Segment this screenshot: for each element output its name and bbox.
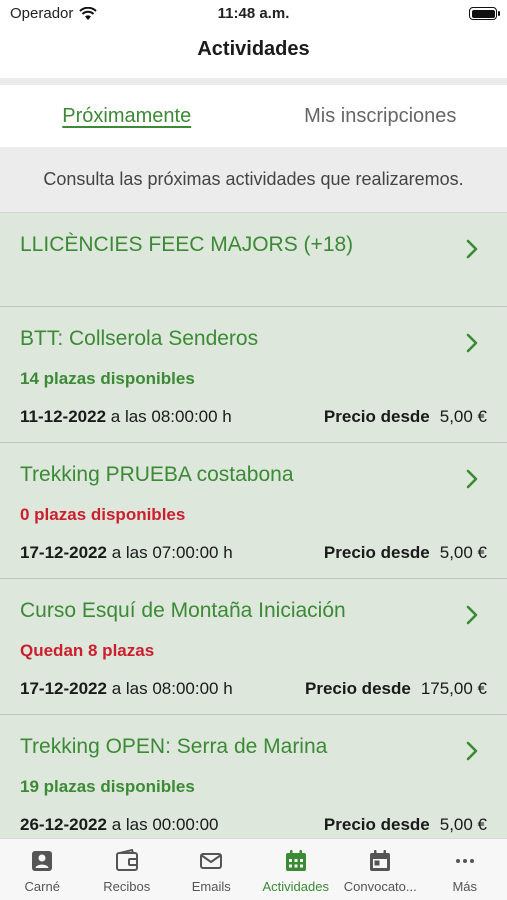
chevron-right-icon [465,469,479,489]
chevron-right-icon [465,605,479,625]
activity-schedule: 11-12-2022 a las 08:00:00 h [20,407,232,427]
tab-label: Convocato... [343,879,417,894]
activity-date: 11-12-2022 [20,407,107,426]
availability-label: 0 plazas disponibles [20,505,186,524]
activity-title: LLICÈNCIES FEEC MAJORS (+18) [20,233,354,256]
availability-label: Quedan 8 plazas [20,641,155,660]
activity-time: a las 08:00:00 h [110,407,232,426]
chevron-right-icon [465,239,479,259]
activity-card[interactable]: BTT: Collserola Senderos 14 plazas dispo… [0,307,507,443]
price-label: Precio desde [323,407,430,426]
activity-card[interactable]: Trekking PRUEBA costabona 0 plazas dispo… [0,443,507,579]
activity-card[interactable]: Curso Esquí de Montaña Iniciación Quedan… [0,579,507,715]
activity-schedule: 17-12-2022 a las 08:00:00 h [20,679,233,699]
status-bar: Operador 11:48 a.m. [0,0,507,28]
bottom-tab-bar: Carné Recibos Emails Actividades Convoca… [0,838,507,900]
activity-price: Precio desde 175,00 € [305,679,487,699]
chevron-right-icon [465,333,479,353]
activity-time: a las 08:00:00 h [111,679,233,698]
price-label: Precio desde [323,543,430,562]
id-card-icon [32,851,53,871]
tab-convocatorias[interactable]: Convocato... [338,839,423,900]
activity-price: Precio desde 5,00 € [324,543,487,563]
activity-price: Precio desde 5,00 € [324,407,487,427]
activity-time: a las 00:00:00 [111,815,219,834]
activity-card[interactable]: Trekking OPEN: Serra de Marina 19 plazas… [0,715,507,838]
tab-carne[interactable]: Carné [0,839,85,900]
price-label: Precio desde [304,679,411,698]
activity-schedule: 17-12-2022 a las 07:00:00 h [20,543,233,563]
price-value: 5,00 € [439,543,487,562]
tab-actividades[interactable]: Actividades [254,839,339,900]
info-message: Consulta las próximas actividades que re… [0,147,507,213]
tab-label: Más [452,879,478,894]
activity-date: 26-12-2022 [20,815,107,834]
activity-meta: 11-12-2022 a las 08:00:00 h Precio desde… [20,407,487,427]
activity-title: Curso Esquí de Montaña Iniciación [20,599,346,622]
calendar-icon [370,850,391,871]
price-label: Precio desde [323,815,430,834]
activity-meta: 26-12-2022 a las 00:00:00 Precio desde 5,… [20,815,487,835]
tab-label: Recibos [103,879,151,894]
activity-title: Trekking PRUEBA costabona [20,463,294,486]
activity-date: 17-12-2022 [20,679,107,698]
more-icon [455,859,474,863]
tab-emails[interactable]: Emails [169,839,254,900]
activity-title: Trekking OPEN: Serra de Marina [20,735,328,758]
mail-icon [200,853,223,869]
activity-time: a las 07:00:00 h [111,543,233,562]
activity-meta: 17-12-2022 a las 08:00:00 h Precio desde… [20,679,487,699]
segment-tabs: Próximamente Mis inscripciones [0,85,507,147]
tab-label: Carné [24,879,60,894]
chevron-right-icon [465,741,479,761]
calendar-grid-icon [285,850,306,871]
tab-mis-inscripciones[interactable]: Mis inscripciones [254,85,507,147]
availability-label: 19 plazas disponibles [20,777,195,796]
price-value: 5,00 € [439,407,487,426]
wallet-icon [115,849,138,871]
price-value: 175,00 € [420,679,487,698]
activity-title: BTT: Collserola Senderos [20,327,259,350]
tab-recibos[interactable]: Recibos [85,839,170,900]
activity-meta: 17-12-2022 a las 07:00:00 h Precio desde… [20,543,487,563]
page-title: Actividades [197,38,310,60]
tab-mas[interactable]: Más [423,839,507,900]
activity-list[interactable]: LLICÈNCIES FEEC MAJORS (+18) BTT: Collse… [0,213,507,838]
status-time: 11:48 a.m. [217,5,290,22]
nav-divider [0,78,507,85]
price-value: 5,00 € [439,815,487,834]
activity-price: Precio desde 5,00 € [324,815,487,835]
availability-label: 14 plazas disponibles [20,369,195,388]
battery-icon [469,7,500,20]
activity-date: 17-12-2022 [20,543,107,562]
tab-label: Emails [191,879,231,894]
tab-label: Actividades [262,879,329,894]
activity-card[interactable]: LLICÈNCIES FEEC MAJORS (+18) [0,213,507,307]
tab-proximamente[interactable]: Próximamente [0,85,254,147]
activity-schedule: 26-12-2022 a las 00:00:00 [20,815,219,835]
